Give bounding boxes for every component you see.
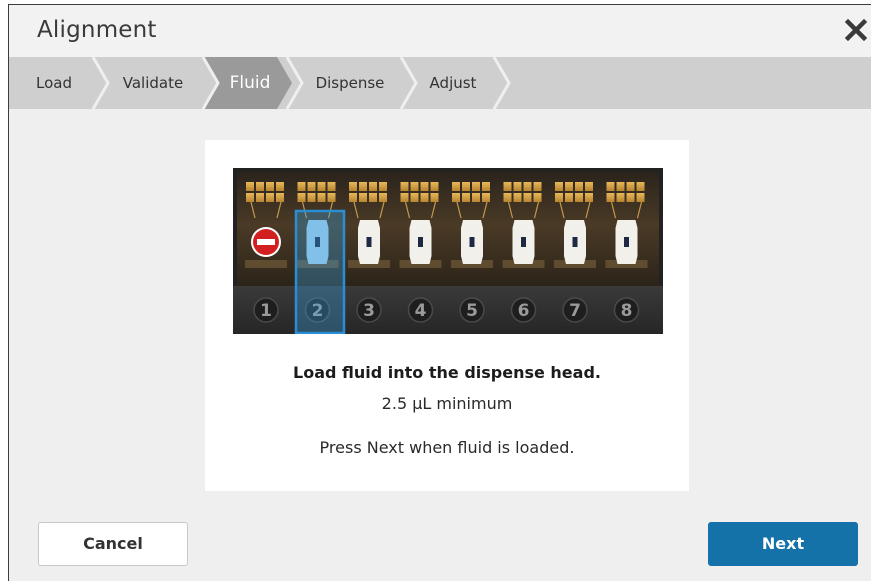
instruction-heading: Load fluid into the dispense head. — [293, 363, 601, 382]
channel-number-8: 8 — [613, 297, 640, 323]
selected-channel-highlight — [294, 209, 346, 335]
channel-number-label: 8 — [621, 301, 633, 321]
next-button[interactable]: Next — [708, 522, 858, 566]
channel-number-5: 5 — [459, 297, 485, 323]
minimum-volume-text: 2.5 µL minimum — [381, 394, 513, 413]
channel-number-6: 6 — [510, 297, 537, 323]
channel-number-label: 5 — [466, 301, 478, 321]
channel-number-7: 7 — [562, 297, 588, 323]
dispense-head-image: 12345678 — [233, 168, 663, 338]
close-icon — [844, 18, 868, 42]
close-button[interactable] — [843, 17, 869, 43]
channel-number-label: 6 — [518, 301, 530, 321]
alignment-dialog: Alignment Load Validate Fluid Dispense A… — [8, 4, 871, 581]
press-next-text: Press Next when fluid is loaded. — [319, 438, 575, 457]
dialog-title: Alignment — [37, 17, 157, 43]
title-bar: Alignment — [9, 5, 871, 57]
step-dispense[interactable]: Dispense — [303, 57, 397, 109]
step-adjust[interactable]: Adjust — [415, 57, 491, 109]
channel-number-4: 4 — [407, 297, 434, 323]
step-load[interactable]: Load — [19, 57, 89, 109]
cancel-button[interactable]: Cancel — [38, 522, 188, 566]
channel-number-label: 7 — [569, 301, 581, 321]
channel-number-1: 1 — [253, 297, 279, 323]
channel-number-label: 4 — [415, 301, 427, 321]
step-validate[interactable]: Validate — [109, 57, 197, 109]
dispense-head-illustration: 12345678 — [233, 168, 663, 335]
instruction-card: 12345678 Load fluid into the dispense he… — [205, 140, 689, 491]
channel-number-label: 1 — [260, 301, 272, 321]
channel-number-label: 3 — [363, 301, 375, 321]
wizard-steps: Load Validate Fluid Dispense Adjust — [9, 57, 871, 109]
step-fluid[interactable]: Fluid — [217, 57, 283, 109]
channel-number-3: 3 — [356, 297, 382, 323]
